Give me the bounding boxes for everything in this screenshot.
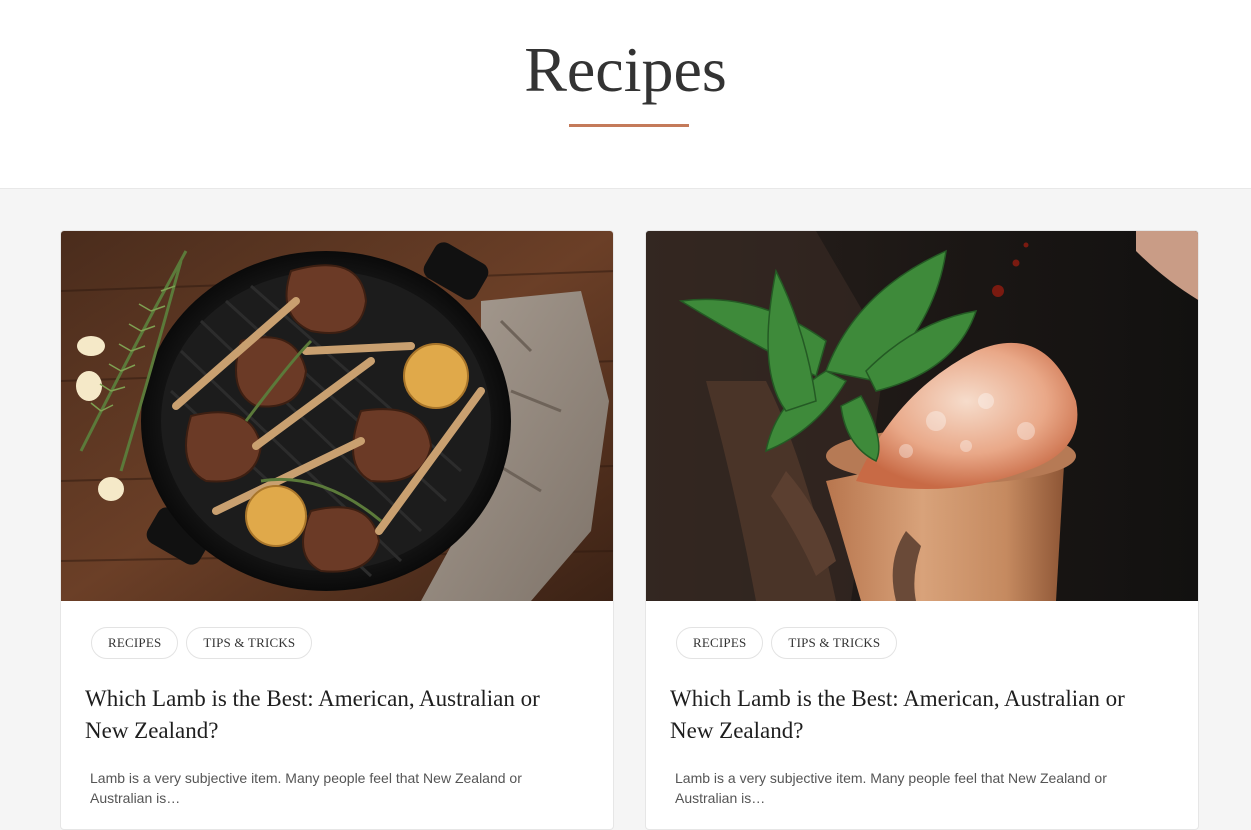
tag-tips-tricks[interactable]: TIPS & TRICKS [771,627,898,659]
tag-recipes[interactable]: RECIPES [676,627,764,659]
lamb-chops-image [61,231,613,601]
card-excerpt: Lamb is a very subjective item. Many peo… [90,770,522,806]
recipe-card[interactable]: RECIPES TIPS & TRICKS Which Lamb is the … [645,230,1199,830]
recipe-card[interactable]: RECIPES TIPS & TRICKS Which Lamb is the … [60,230,614,830]
page-header: Recipes [0,0,1251,189]
card-excerpt: Lamb is a very subjective item. Many peo… [675,770,1107,806]
card-tags: RECIPES TIPS & TRICKS [676,627,898,659]
card-title[interactable]: Which Lamb is the Best: American, Austra… [85,683,585,747]
card-image-cocktail[interactable] [646,231,1198,601]
page-title: Recipes [524,34,727,105]
card-title[interactable]: Which Lamb is the Best: American, Austra… [670,683,1170,747]
tag-recipes[interactable]: RECIPES [91,627,179,659]
title-underline [569,124,689,127]
card-tags: RECIPES TIPS & TRICKS [91,627,313,659]
card-image-lamb[interactable] [61,231,613,601]
cocktail-image [646,231,1198,601]
tag-tips-tricks[interactable]: TIPS & TRICKS [186,627,313,659]
